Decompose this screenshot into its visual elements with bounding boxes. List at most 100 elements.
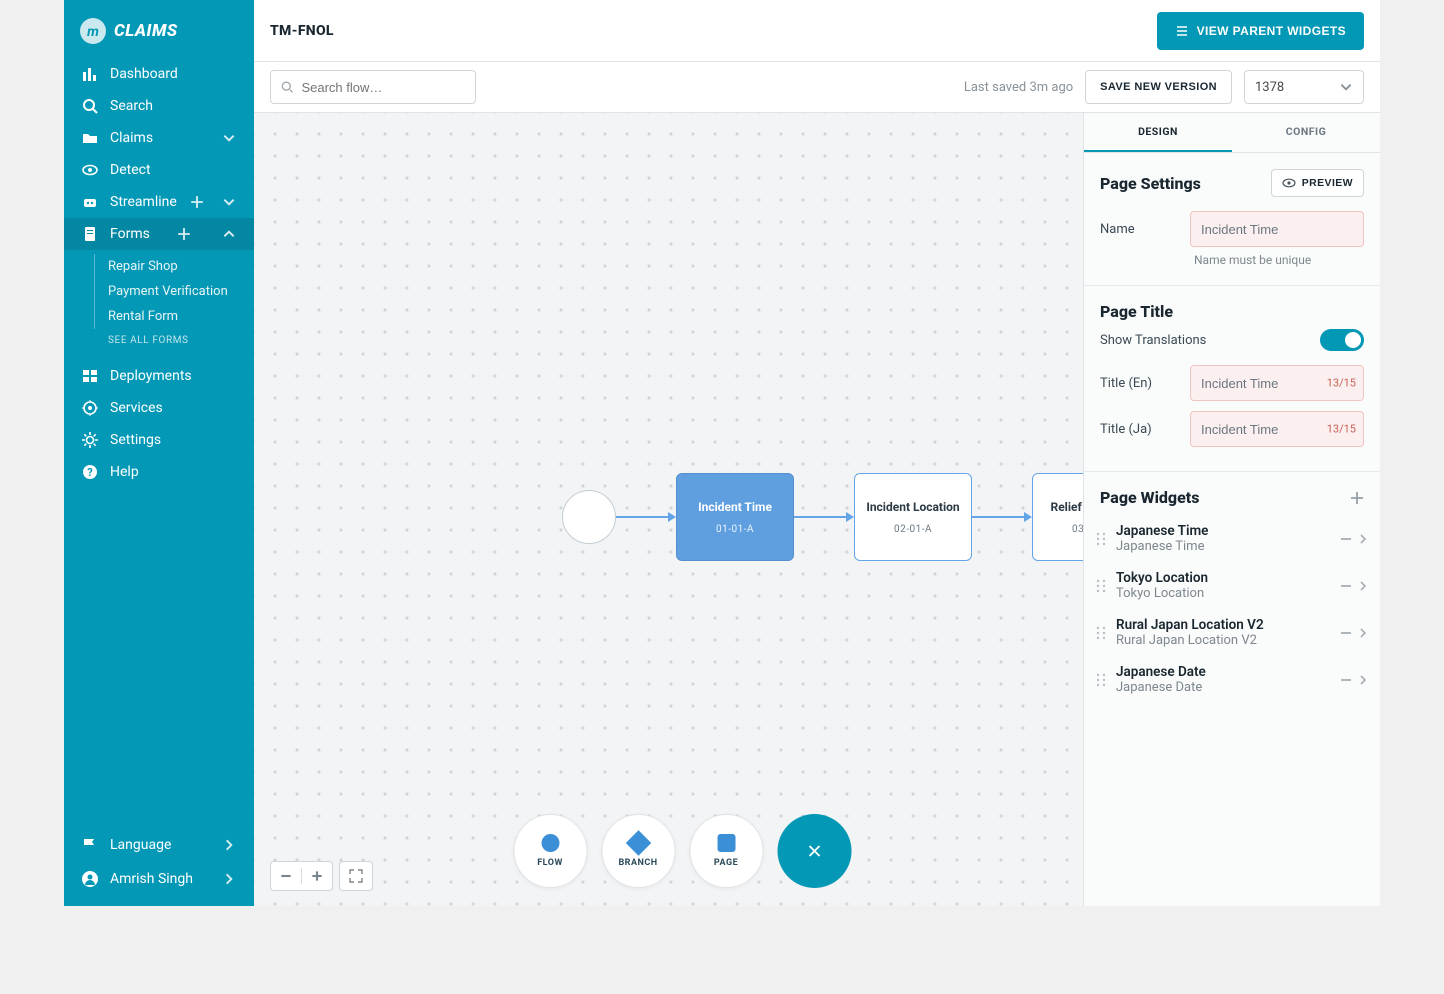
search-icon — [281, 80, 293, 94]
subitem-repair-shop[interactable]: Repair Shop — [64, 254, 254, 279]
logo-icon: m — [80, 18, 106, 44]
sidebar-item-streamline[interactable]: Streamline — [64, 186, 254, 218]
gear-icon — [82, 432, 98, 448]
widget-item[interactable]: Rural Japan Location V2 Rural Japan Loca… — [1092, 609, 1372, 656]
remove-widget-button[interactable] — [1340, 580, 1352, 592]
chevron-down-icon — [222, 131, 236, 145]
drag-handle-icon[interactable] — [1096, 579, 1106, 593]
widget-item[interactable]: Japanese Date Japanese Date — [1092, 656, 1372, 703]
palette-close-button[interactable] — [777, 814, 851, 888]
expand-icon — [349, 869, 363, 883]
sidebar-item-dashboard[interactable]: Dashboard — [64, 58, 254, 90]
tab-config[interactable]: CONFIG — [1232, 113, 1380, 152]
sidebar-item-claims[interactable]: Claims — [64, 122, 254, 154]
sidebar-item-search[interactable]: Search — [64, 90, 254, 122]
page-title: TM-FNOL — [270, 23, 334, 39]
section-page-widgets: Page Widgets — [1100, 488, 1199, 507]
flag-icon — [82, 837, 98, 853]
logo: m CLAIMS — [64, 0, 254, 58]
sidebar-item-user[interactable]: Amrish Singh — [64, 862, 254, 896]
title-en-label: Title (En) — [1100, 376, 1180, 391]
drag-handle-icon[interactable] — [1096, 532, 1106, 546]
title-ja-count: 13/15 — [1327, 423, 1356, 436]
palette-branch[interactable]: BRANCH — [601, 814, 675, 888]
sidebar-item-language[interactable]: Language — [64, 828, 254, 862]
show-translations-toggle[interactable] — [1320, 329, 1364, 351]
expand-widget-button[interactable] — [1358, 580, 1368, 592]
section-page-title: Page Title — [1100, 302, 1173, 321]
zoom-out-button[interactable] — [271, 861, 301, 891]
title-en-count: 13/15 — [1327, 377, 1356, 390]
version-select[interactable]: 1378 — [1244, 70, 1364, 104]
plus-icon[interactable] — [177, 227, 191, 241]
toolbar: Last saved 3m ago SAVE NEW VERSION 1378 — [254, 62, 1380, 113]
subitem-payment-verification[interactable]: Payment Verification — [64, 279, 254, 304]
palette-page[interactable]: PAGE — [689, 814, 763, 888]
sidebar-item-help[interactable]: ? Help — [64, 456, 254, 488]
start-node[interactable] — [562, 490, 616, 544]
remove-widget-button[interactable] — [1340, 627, 1352, 639]
flow-shape-icon — [541, 834, 559, 852]
zoom-in-button[interactable] — [302, 861, 332, 891]
widget-item[interactable]: Tokyo Location Tokyo Location — [1092, 562, 1372, 609]
palette-flow[interactable]: FLOW — [513, 814, 587, 888]
title-ja-label: Title (Ja) — [1100, 422, 1180, 437]
sidebar-item-detect[interactable]: Detect — [64, 154, 254, 186]
dashboard-icon — [82, 66, 98, 82]
node-incident-location[interactable]: Incident Location 02-01-A — [854, 473, 972, 561]
services-icon — [82, 400, 98, 416]
expand-widget-button[interactable] — [1358, 533, 1368, 545]
node-relief-location[interactable]: Relief Location 03-01-A — [1032, 473, 1083, 561]
sidebar-item-settings[interactable]: Settings — [64, 424, 254, 456]
widget-list: Japanese Time Japanese Time Tokyo Locati… — [1084, 515, 1380, 719]
subitem-rental-form[interactable]: Rental Form — [64, 304, 254, 329]
node-palette: FLOW BRANCH PAGE — [513, 814, 851, 888]
eye-icon — [82, 162, 98, 178]
sidebar-item-deployments[interactable]: Deployments — [64, 360, 254, 392]
add-widget-button[interactable] — [1350, 491, 1364, 505]
robot-icon — [82, 194, 98, 210]
save-new-version-button[interactable]: SAVE NEW VERSION — [1085, 70, 1232, 104]
view-parent-widgets-button[interactable]: VIEW PARENT WIDGETS — [1157, 12, 1364, 50]
tab-design[interactable]: DESIGN — [1084, 113, 1232, 152]
search-icon — [82, 98, 98, 114]
search-input-wrap[interactable] — [270, 70, 476, 104]
canvas[interactable]: Incident Time 01-01-A Incident Location … — [254, 113, 1083, 906]
svg-text:?: ? — [87, 466, 93, 479]
search-input[interactable] — [301, 80, 465, 95]
close-icon — [805, 842, 823, 860]
plus-icon[interactable] — [190, 195, 204, 209]
deploy-icon — [82, 368, 98, 384]
flow-diagram: Incident Time 01-01-A Incident Location … — [562, 473, 1083, 561]
node-incident-time[interactable]: Incident Time 01-01-A — [676, 473, 794, 561]
expand-widget-button[interactable] — [1358, 627, 1368, 639]
avatar-icon — [82, 871, 98, 887]
arrow — [616, 512, 676, 522]
chevron-down-icon — [1339, 80, 1353, 94]
see-all-forms[interactable]: SEE ALL FORMS — [64, 329, 254, 354]
last-saved-text: Last saved 3m ago — [964, 80, 1073, 95]
sidebar-item-services[interactable]: Services — [64, 392, 254, 424]
branch-shape-icon — [625, 830, 650, 855]
svg-text:m: m — [87, 24, 99, 40]
plus-icon — [1350, 491, 1364, 505]
sidebar: m CLAIMS Dashboard Search Claims Detect — [64, 0, 254, 906]
form-icon — [82, 226, 98, 242]
remove-widget-button[interactable] — [1340, 674, 1352, 686]
drag-handle-icon[interactable] — [1096, 626, 1106, 640]
widget-item[interactable]: Japanese Time Japanese Time — [1092, 515, 1372, 562]
arrow — [972, 512, 1032, 522]
chevron-right-icon — [1358, 533, 1368, 545]
fullscreen-button[interactable] — [339, 861, 373, 891]
preview-button[interactable]: PREVIEW — [1271, 169, 1364, 197]
minus-icon — [1340, 533, 1352, 545]
name-help: Name must be unique — [1194, 253, 1364, 267]
page-shape-icon — [717, 834, 735, 852]
drag-handle-icon[interactable] — [1096, 673, 1106, 687]
sidebar-item-forms[interactable]: Forms — [64, 218, 254, 250]
name-field[interactable] — [1190, 211, 1364, 247]
name-label: Name — [1100, 222, 1180, 237]
chevron-down-icon — [222, 195, 236, 209]
expand-widget-button[interactable] — [1358, 674, 1368, 686]
remove-widget-button[interactable] — [1340, 533, 1352, 545]
